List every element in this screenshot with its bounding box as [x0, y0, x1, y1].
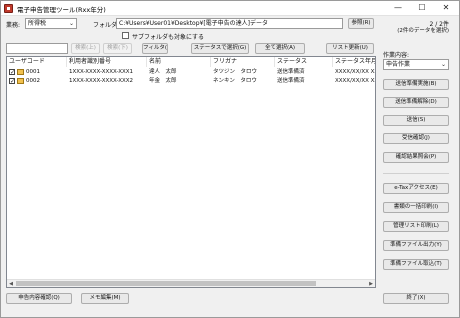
close-button[interactable]: ✕	[435, 1, 457, 15]
column-header-status[interactable]: ステータス	[275, 57, 333, 67]
exit-button[interactable]: 終了(X)	[383, 293, 449, 304]
table-row[interactable]: ✓ 0001 1XXX-XXXX-XXXX-XXX1 達人 太郎 タツジン タロ…	[7, 68, 375, 77]
office-label: 業務:	[6, 22, 21, 29]
column-header-status-date[interactable]: ステータス年月	[333, 57, 375, 67]
cell-status-date: XXXX/XX/XX XX	[335, 69, 376, 75]
office-select[interactable]: 所得税 ⌄	[25, 18, 77, 29]
subfolder-checkbox[interactable]	[122, 32, 129, 39]
maximize-button[interactable]: ☐	[411, 1, 433, 15]
window-title: 電子申告管理ツール(Rxx年分)	[17, 6, 106, 14]
result-inquiry-button[interactable]: 確認結果照会(P)	[383, 152, 449, 163]
search-prev-button[interactable]: 検索(上)	[71, 43, 100, 54]
receive-check-button[interactable]: 受信確認(J)	[383, 133, 449, 144]
browse-button[interactable]: 参照(R)	[348, 18, 374, 29]
cell-kana: ネンキン タロウ	[213, 78, 257, 84]
selection-count-detail: (2件のデータを選択)	[397, 28, 449, 34]
cell-status: 送信準備済	[277, 78, 305, 84]
scroll-left-icon[interactable]: ◀	[7, 280, 15, 287]
scrollbar-thumb[interactable]	[16, 281, 316, 286]
cell-user-id: 1XXX-XXXX-XXXX-XXX2	[69, 78, 134, 84]
row-checkbox[interactable]: ✓	[9, 78, 15, 85]
send-button[interactable]: 送信(S)	[383, 115, 449, 126]
search-next-button[interactable]: 検索(下)	[103, 43, 132, 54]
office-select-value: 所得税	[28, 20, 47, 27]
folder-path-field[interactable]: C:¥Users¥User01¥Desktop¥[電子申告の達人]データ	[116, 18, 343, 29]
cancel-prepare-button[interactable]: 送信準備解除(D)	[383, 97, 449, 108]
table-row[interactable]: ✓ 0002 1XXX-XXXX-XXXX-XXX2 年金 太郎 ネンキン タロ…	[7, 77, 375, 86]
batch-print-button[interactable]: 書類の一括印刷(I)	[383, 202, 449, 213]
horizontal-scrollbar[interactable]: ◀ ▶	[7, 279, 375, 287]
management-list-print-button[interactable]: 管理リスト印刷(L)	[383, 221, 449, 232]
prepare-send-button[interactable]: 送信準備実施(B)	[383, 79, 449, 90]
cell-kana: タツジン タロウ	[213, 69, 258, 75]
subfolder-checkbox-label: サブフォルダも対象にする	[132, 34, 205, 41]
chevron-down-icon: ⌄	[68, 20, 74, 27]
cell-user-code: 0001	[26, 69, 40, 75]
work-content-value: 申告作業	[386, 61, 411, 68]
work-content-select[interactable]: 申告作業 ⌄	[383, 59, 449, 70]
declaration-check-button[interactable]: 申告内容確認(Q)	[6, 293, 72, 304]
row-checkbox[interactable]: ✓	[9, 69, 15, 76]
cell-name: 達人 太郎	[149, 69, 177, 75]
select-all-button[interactable]: 全て選択(A)	[255, 43, 305, 54]
select-by-status-button[interactable]: ステータスで選択(G)	[191, 43, 249, 54]
cell-name: 年金 太郎	[149, 78, 177, 84]
filter-button[interactable]: フィルタ(Z)	[142, 43, 168, 54]
cell-status: 送信準備済	[277, 69, 305, 75]
column-header-kana[interactable]: フリガナ	[211, 57, 275, 67]
data-grid[interactable]: ユーザコード 利用者識別番号 名前 フリガナ ステータス ステータス年月 ✓ 0…	[6, 56, 376, 288]
column-header-user-id[interactable]: 利用者識別番号	[67, 57, 147, 67]
etax-access-button[interactable]: e-Taxアクセス(E)	[383, 183, 449, 194]
column-header-name[interactable]: 名前	[147, 57, 211, 67]
import-prepared-file-button[interactable]: 準備ファイル取込(T)	[383, 259, 449, 270]
minimize-button[interactable]: —	[387, 1, 409, 15]
refresh-list-button[interactable]: リスト更新(U)	[326, 43, 374, 54]
work-content-label: 作業内容:	[383, 52, 410, 59]
user-folder-icon	[17, 69, 24, 75]
main-window: 電子申告管理ツール(Rxx年分) — ☐ ✕ 業務: 所得税 ⌄ フォルダ: C…	[0, 0, 460, 318]
chevron-down-icon: ⌄	[440, 61, 446, 68]
export-prepared-file-button[interactable]: 準備ファイル出力(Y)	[383, 240, 449, 251]
cell-user-code: 0002	[26, 78, 40, 84]
search-input[interactable]	[6, 43, 68, 54]
user-folder-icon	[17, 78, 24, 84]
memo-edit-button[interactable]: メモ編集(M)	[81, 293, 129, 304]
column-header-user-code[interactable]: ユーザコード	[7, 57, 67, 67]
cell-user-id: 1XXX-XXXX-XXXX-XXX1	[69, 69, 134, 75]
app-icon	[4, 4, 13, 13]
title-bar: 電子申告管理ツール(Rxx年分) — ☐ ✕	[1, 1, 459, 16]
scroll-right-icon[interactable]: ▶	[367, 280, 375, 287]
sidebar-divider	[383, 173, 449, 174]
cell-status-date: XXXX/XX/XX XX	[335, 78, 376, 84]
